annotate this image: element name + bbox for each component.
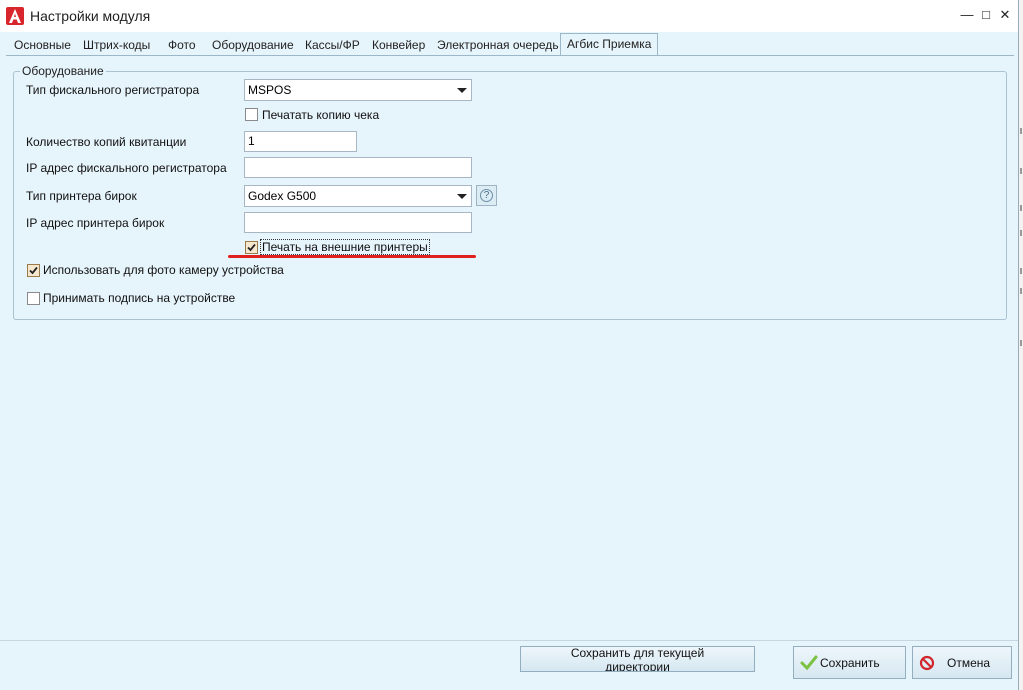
tab-main[interactable]: Основные	[14, 36, 71, 54]
settings-window: Настройки модуля — □ ✕ Основные Штрих-ко…	[0, 0, 1019, 690]
save-for-directory-button[interactable]: Сохранить для текущей директории	[520, 646, 755, 672]
tab-strip: Основные Штрих-коды Фото Оборудование Ка…	[6, 33, 1014, 56]
checkmark-icon	[29, 266, 38, 275]
fiscal-type-select[interactable]: MSPOS	[244, 79, 472, 101]
group-legend: Оборудование	[20, 64, 106, 78]
question-icon: ?	[480, 189, 493, 202]
device-sign-checkbox[interactable]	[27, 292, 40, 305]
tab-divider	[6, 55, 1014, 56]
tab-conveyor[interactable]: Конвейер	[372, 36, 425, 54]
fiscal-type-label: Тип фискального регистратора	[26, 83, 200, 97]
chevron-down-icon	[457, 194, 467, 199]
cancel-icon	[919, 655, 935, 671]
printer-type-label: Тип принтера бирок	[26, 189, 137, 203]
cancel-button[interactable]: Отмена	[912, 646, 1012, 679]
cancel-button-label: Отмена	[947, 656, 991, 670]
chevron-down-icon	[457, 88, 467, 93]
close-button[interactable]: ✕	[996, 6, 1014, 24]
save-for-directory-line1: Сохранить для текущей	[570, 646, 705, 660]
print-copy-label: Печатать копию чека	[262, 108, 380, 122]
save-for-directory-line2: директории	[605, 660, 670, 672]
device-camera-checkbox[interactable]	[27, 264, 40, 277]
printer-ip-label: IP адрес принтера бирок	[26, 216, 165, 230]
tab-cash-registers[interactable]: Кассы/ФР	[305, 36, 360, 54]
help-button[interactable]: ?	[476, 185, 497, 206]
app-logo-icon	[6, 7, 24, 25]
save-button[interactable]: Сохранить	[793, 646, 906, 679]
device-camera-label: Использовать для фото камеру устройства	[43, 263, 284, 277]
fiscal-ip-label: IP адрес фискального регистратора	[26, 161, 227, 175]
external-print-checkbox[interactable]	[245, 241, 258, 254]
tab-equipment[interactable]: Оборудование	[212, 36, 294, 54]
copies-input[interactable]: 1	[244, 131, 357, 152]
print-copy-checkbox[interactable]	[245, 108, 258, 121]
background-window-edge	[1019, 0, 1023, 690]
copies-label: Количество копий квитанции	[26, 135, 187, 149]
printer-ip-input[interactable]	[244, 212, 472, 233]
fiscal-type-value: MSPOS	[248, 83, 292, 97]
footer-separator	[0, 640, 1018, 641]
title-bar: Настройки модуля — □ ✕	[0, 0, 1018, 32]
tab-electronic-queue[interactable]: Электронная очередь	[437, 36, 559, 54]
printer-type-select[interactable]: Godex G500	[244, 185, 472, 207]
checkmark-icon	[800, 655, 818, 671]
minimize-button[interactable]: —	[958, 6, 976, 24]
window-title: Настройки модуля	[30, 8, 151, 24]
fiscal-ip-input[interactable]	[244, 157, 472, 178]
equipment-group	[13, 71, 1007, 320]
save-button-label: Сохранить	[820, 656, 880, 670]
printer-type-value: Godex G500	[248, 189, 317, 203]
maximize-button[interactable]: □	[977, 6, 995, 24]
tab-barcodes[interactable]: Штрих-коды	[83, 36, 150, 54]
external-print-label: Печать на внешние принтеры	[260, 239, 430, 255]
highlight-underline	[228, 255, 476, 258]
device-sign-label: Принимать подпись на устройстве	[43, 291, 236, 305]
external-print-label-wrap: Печать на внешние принтеры	[260, 239, 430, 255]
checkmark-icon	[247, 243, 256, 252]
tab-agbis-intake[interactable]: Агбис Приемка	[560, 33, 659, 55]
tab-photo[interactable]: Фото	[168, 36, 196, 54]
